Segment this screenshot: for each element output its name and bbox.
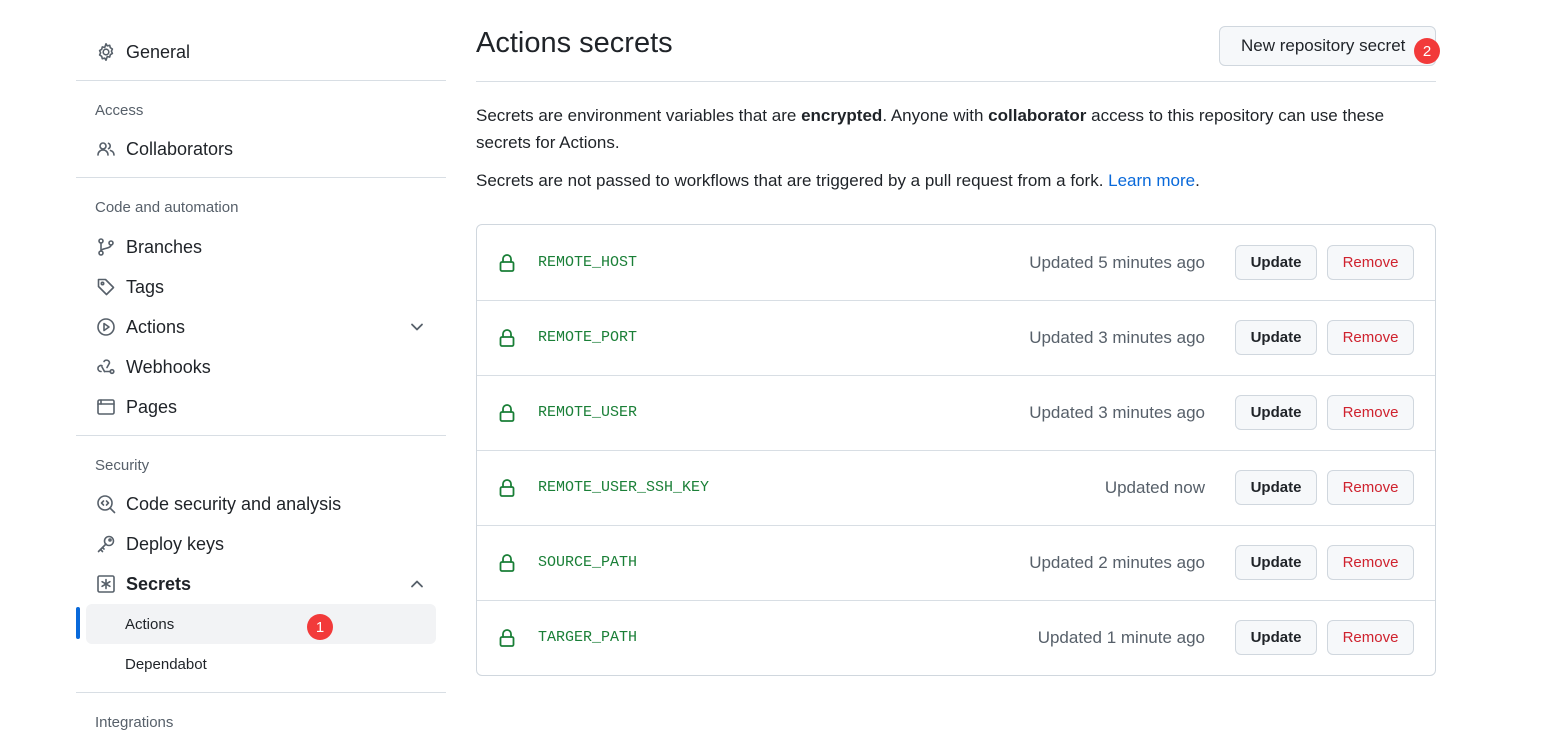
sidebar-item-label: Pages (126, 396, 178, 417)
main-content: Actions secrets New repository secret 2 … (476, 0, 1440, 731)
secret-updated-time: Updated now (1104, 477, 1205, 497)
browser-icon (95, 396, 117, 418)
lock-icon (498, 403, 516, 423)
codescan-icon (95, 493, 117, 515)
remove-secret-button[interactable]: Remove (1327, 245, 1414, 280)
key-icon (95, 533, 117, 555)
lock-icon (498, 628, 516, 648)
secret-name: TARGER_PATH (538, 629, 638, 646)
update-secret-button[interactable]: Update (1235, 470, 1317, 505)
secret-row: REMOTE_USER_SSH_KEY Updated now Update Remo… (477, 450, 1435, 525)
desc-text: . Anyone with (882, 106, 989, 125)
desc-bold: encrypted (801, 106, 883, 125)
divider (76, 80, 446, 81)
desc-text: . (1195, 171, 1200, 190)
secret-name: REMOTE_USER_SSH_KEY (538, 479, 710, 496)
divider (76, 692, 446, 693)
desc-text: Secrets are not passed to workflows that… (476, 171, 1109, 190)
description-encrypted: Secrets are environment variables that a… (476, 102, 1416, 156)
secret-updated-time: Updated 2 minutes ago (1029, 552, 1205, 572)
secret-name: SOURCE_PATH (538, 554, 638, 571)
sidebar-item-label: Branches (126, 236, 203, 257)
remove-secret-button[interactable]: Remove (1327, 395, 1414, 430)
sidebar-item-actions[interactable]: Actions (76, 310, 446, 344)
divider (476, 81, 1436, 82)
update-secret-button[interactable]: Update (1235, 245, 1317, 280)
sidebar-item-webhooks[interactable]: Webhooks (76, 350, 446, 384)
secret-updated-time: Updated 5 minutes ago (1029, 252, 1205, 272)
remove-secret-button[interactable]: Remove (1327, 545, 1414, 580)
sidebar-subitem-secrets-dependabot[interactable]: Dependabot (86, 644, 436, 684)
secret-row: REMOTE_HOST Updated 5 minutes ago Update Re… (477, 225, 1435, 300)
sidebar-subitem-secrets-actions[interactable]: Actions (86, 604, 436, 644)
secret-row: REMOTE_USER Updated 3 minutes ago Update Re… (477, 375, 1435, 450)
branch-icon (95, 236, 117, 258)
section-heading-code-automation: Code and automation (95, 199, 239, 216)
sidebar-item-label: Secrets (126, 573, 192, 594)
lock-icon (498, 478, 516, 498)
active-indicator (76, 607, 80, 639)
sidebar-item-label: Webhooks (126, 356, 211, 377)
update-secret-button[interactable]: Update (1235, 395, 1317, 430)
sidebar-item-label: Collaborators (126, 138, 234, 159)
section-heading-integrations: Integrations (95, 714, 174, 731)
remove-secret-button[interactable]: Remove (1327, 620, 1414, 655)
sidebar-item-label: Tags (126, 276, 165, 297)
sidebar-item-branches[interactable]: Branches (76, 230, 446, 264)
secret-row: REMOTE_PORT Updated 3 minutes ago Update Re… (477, 300, 1435, 375)
update-secret-button[interactable]: Update (1235, 320, 1317, 355)
sidebar-item-secrets[interactable]: Secrets (76, 567, 446, 601)
remove-secret-button[interactable]: Remove (1327, 470, 1414, 505)
sidebar-item-label: Actions (126, 316, 186, 337)
secret-updated-time: Updated 3 minutes ago (1029, 327, 1205, 347)
webhook-icon (95, 356, 117, 378)
secret-name: REMOTE_PORT (538, 329, 638, 346)
divider (76, 435, 446, 436)
sidebar-item-code-security[interactable]: Code security and analysis (76, 487, 446, 521)
learn-more-link[interactable]: Learn more (1108, 171, 1195, 190)
sidebar-item-label: Code security and analysis (126, 493, 342, 514)
secret-row: SOURCE_PATH Updated 2 minutes ago Update Re… (477, 525, 1435, 600)
chevron-down-icon[interactable] (408, 318, 426, 336)
sidebar-item-label: General (126, 41, 191, 62)
divider (76, 177, 446, 178)
sidebar-item-deploy-keys[interactable]: Deploy keys (76, 527, 446, 561)
description-fork: Secrets are not passed to workflows that… (476, 167, 1416, 194)
gear-icon (95, 41, 117, 63)
lock-icon (498, 328, 516, 348)
lock-icon (498, 253, 516, 273)
secret-name: REMOTE_USER (538, 404, 638, 421)
page-title: Actions secrets (476, 27, 673, 59)
section-heading-security: Security (95, 457, 150, 474)
sidebar-item-general[interactable]: General (76, 35, 446, 69)
desc-bold: collaborator (988, 106, 1087, 125)
annotation-badge: 2 (1414, 38, 1440, 64)
tag-icon (95, 276, 117, 298)
update-secret-button[interactable]: Update (1235, 545, 1317, 580)
annotation-badge: 1 (307, 614, 333, 640)
secrets-list: REMOTE_HOST Updated 5 minutes ago Update Re… (476, 224, 1436, 676)
settings-sidebar: General Access Collaborators Code and au… (76, 0, 446, 731)
sidebar-item-collaborators[interactable]: Collaborators (76, 132, 446, 166)
secret-row: TARGER_PATH Updated 1 minute ago Update Rem… (477, 600, 1435, 675)
section-heading-access: Access (95, 102, 144, 119)
secret-updated-time: Updated 3 minutes ago (1029, 402, 1205, 422)
chevron-up-icon[interactable] (408, 575, 426, 593)
play-icon (95, 316, 117, 338)
new-repository-secret-button[interactable]: New repository secret (1219, 26, 1436, 66)
remove-secret-button[interactable]: Remove (1327, 320, 1414, 355)
asterisk-box-icon (95, 573, 117, 595)
update-secret-button[interactable]: Update (1235, 620, 1317, 655)
sidebar-item-tags[interactable]: Tags (76, 270, 446, 304)
desc-text: Secrets are environment variables that a… (476, 106, 802, 125)
button-label: New repository secret (1241, 36, 1406, 55)
sidebar-subitem-label: Actions (125, 615, 175, 633)
sidebar-subitem-label: Dependabot (125, 655, 207, 673)
secret-name: REMOTE_HOST (538, 254, 638, 271)
sidebar-item-label: Deploy keys (126, 533, 225, 554)
people-icon (95, 138, 117, 160)
secret-updated-time: Updated 1 minute ago (1037, 627, 1205, 647)
lock-icon (498, 553, 516, 573)
sidebar-item-pages[interactable]: Pages (76, 390, 446, 424)
